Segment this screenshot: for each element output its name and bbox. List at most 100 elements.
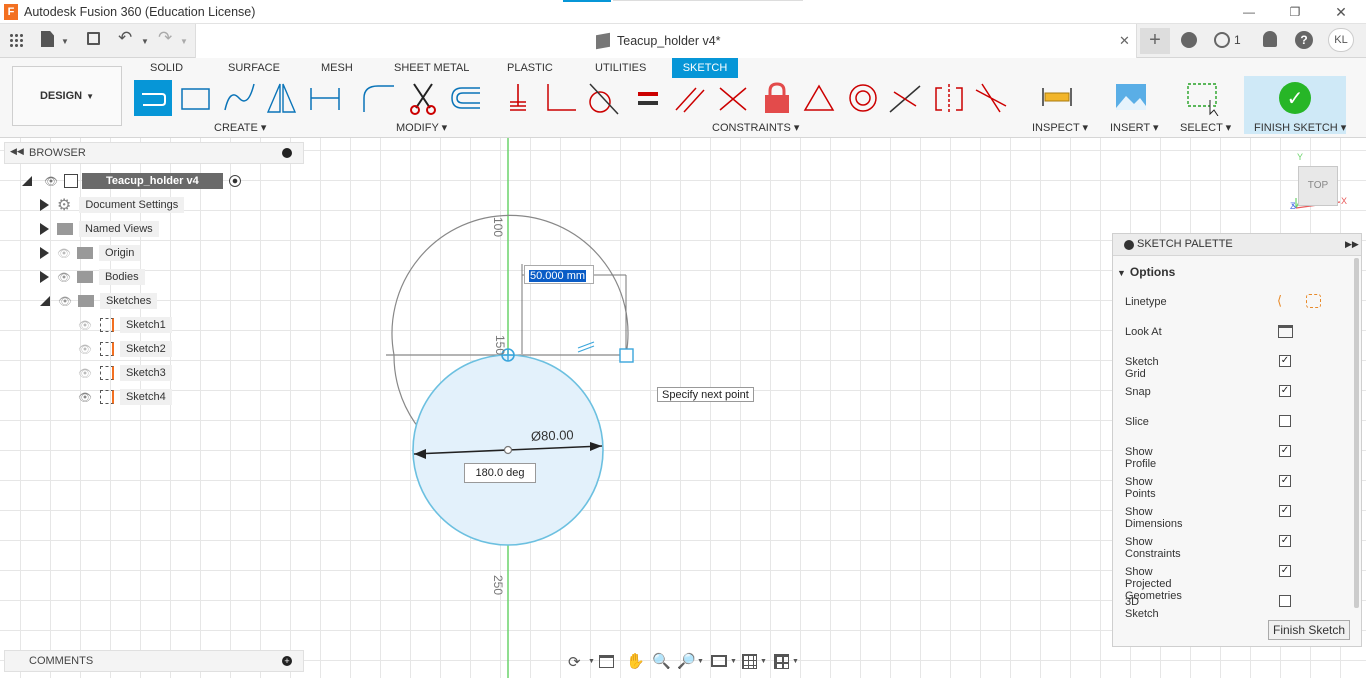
extensions-icon[interactable] (1181, 32, 1197, 48)
concentric-constraint-button[interactable] (844, 80, 882, 116)
look-at-icon[interactable] (1278, 325, 1293, 338)
display-dropdown-icon[interactable]: ▼ (730, 658, 737, 665)
expand-triangle-icon[interactable] (40, 247, 49, 259)
zoom-window-icon[interactable]: 🔎 (677, 652, 696, 670)
undo-icon[interactable]: ↶ (118, 28, 132, 48)
palette-minimize-icon[interactable] (1124, 240, 1134, 250)
symmetry-constraint-button[interactable] (930, 80, 968, 116)
expand-triangle-icon[interactable] (40, 199, 49, 211)
close-window-button[interactable]: ✕ (1318, 0, 1364, 24)
zoom-icon[interactable]: 🔍 (652, 652, 671, 670)
visibility-eye-icon[interactable]: 👁 (58, 295, 72, 308)
lock-constraint-button[interactable] (758, 80, 796, 116)
sketch-row[interactable]: 👁 Sketch2 (78, 338, 172, 360)
offset-tool-button[interactable] (446, 80, 484, 116)
browser-item-origin[interactable]: 👁 Origin (20, 242, 141, 264)
palette-option-checkbox[interactable]: ✓ (1279, 475, 1291, 487)
hidden-eye-icon[interactable]: 👁 (78, 343, 92, 356)
notifications-bell-icon[interactable] (1263, 31, 1277, 47)
trim-tool-button[interactable] (404, 80, 442, 116)
hidden-eye-icon[interactable]: 👁 (57, 247, 71, 260)
tab-plastic[interactable]: PLASTIC (507, 58, 553, 78)
spline-tool-button[interactable] (220, 80, 258, 116)
expand-triangle-icon[interactable] (40, 223, 49, 235)
palette-option-checkbox[interactable]: ✓ (1279, 535, 1291, 547)
options-section-header[interactable]: ▼ Options (1117, 265, 1175, 279)
palette-option-checkbox[interactable]: ✓ (1279, 445, 1291, 457)
activate-radio-icon[interactable] (228, 175, 241, 187)
orbit-icon[interactable]: ⟳ (568, 653, 581, 671)
dimension-input-box[interactable]: 50.000 mm (524, 265, 594, 284)
add-comment-icon[interactable]: + (282, 656, 292, 666)
measure-tool-button[interactable] (1038, 80, 1076, 116)
browser-item-document-settings[interactable]: ⚙ Document Settings (20, 194, 185, 216)
fix-constraint-button[interactable] (500, 80, 538, 116)
select-menu[interactable]: SELECT ▾ (1180, 121, 1231, 134)
viewports-icon[interactable] (774, 654, 789, 669)
browser-item-named-views[interactable]: Named Views (20, 218, 159, 240)
mirror-tool-button[interactable] (262, 80, 300, 116)
sketch-row[interactable]: 👁 Sketch3 (78, 362, 172, 384)
tab-mesh[interactable]: MESH (321, 58, 353, 78)
inspect-menu[interactable]: INSPECT ▾ (1032, 121, 1088, 134)
redo-icon[interactable]: ↷ (158, 28, 172, 48)
dimension-tool-button[interactable] (306, 80, 344, 116)
palette-scrollbar[interactable] (1354, 258, 1359, 608)
tab-sheet-metal[interactable]: SHEET METAL (394, 58, 469, 78)
dimension-input-value[interactable]: 50.000 mm (529, 270, 587, 282)
hidden-eye-icon[interactable]: 👁 (78, 367, 92, 380)
curvature-constraint-button[interactable] (972, 80, 1010, 116)
construction-linetype-icon[interactable]: ⟨ (1277, 293, 1293, 309)
fillet-tool-button[interactable] (360, 80, 398, 116)
constraints-menu[interactable]: CONSTRAINTS ▾ (712, 121, 799, 134)
check-icon[interactable]: ✓ (1279, 82, 1311, 114)
sketch-row[interactable]: 👁 Sketch1 (78, 314, 172, 336)
data-panel-grid-icon[interactable] (9, 33, 23, 47)
file-menu-icon[interactable] (41, 31, 54, 47)
tab-surface[interactable]: SURFACE (228, 58, 280, 78)
grid-dropdown-icon[interactable]: ▼ (760, 658, 767, 665)
browser-item-bodies[interactable]: 👁 Bodies (20, 266, 145, 288)
expand-triangle-icon[interactable] (40, 271, 49, 283)
user-avatar[interactable]: KL (1328, 28, 1354, 52)
workspace-switcher-button[interactable]: DESIGN ▼ (12, 66, 122, 126)
collapse-triangle-icon[interactable] (40, 296, 50, 306)
sketch-row[interactable]: 👁 Sketch4 (78, 386, 172, 408)
collapse-browser-icon[interactable]: ◀◀ (10, 146, 24, 157)
visibility-eye-icon[interactable]: 👁 (57, 271, 71, 284)
file-dropdown-icon[interactable]: ▼ (61, 37, 69, 46)
modify-menu[interactable]: MODIFY ▾ (396, 121, 447, 134)
palette-option-checkbox[interactable]: ✓ (1279, 565, 1291, 577)
maximize-button[interactable]: ❐ (1272, 0, 1318, 24)
line-tool-button[interactable] (134, 80, 172, 116)
look-at-nav-icon[interactable] (599, 655, 614, 668)
browser-item-sketches[interactable]: 👁 Sketches (20, 290, 158, 312)
coincident-constraint-button[interactable] (542, 80, 580, 116)
rectangle-tool-button[interactable] (176, 80, 214, 116)
tangent-constraint-button[interactable] (584, 80, 622, 116)
close-tab-icon[interactable]: ✕ (1119, 33, 1130, 49)
browser-root-row[interactable]: 👁 Teacup_holder v4 (20, 170, 241, 192)
browser-minimize-icon[interactable] (282, 148, 292, 158)
tab-sketch[interactable]: SKETCH (672, 58, 738, 78)
create-menu[interactable]: CREATE ▾ (214, 121, 266, 134)
equal-constraint-button[interactable] (628, 80, 666, 116)
midpoint-constraint-button[interactable] (800, 80, 838, 116)
viewports-dropdown-icon[interactable]: ▼ (792, 658, 799, 665)
minimize-button[interactable]: — (1226, 0, 1272, 24)
save-icon[interactable] (87, 32, 100, 45)
perpendicular-constraint-button[interactable] (714, 80, 752, 116)
palette-option-checkbox[interactable]: ✓ (1279, 505, 1291, 517)
finish-sketch-button[interactable]: Finish Sketch (1268, 620, 1350, 640)
zoom-dropdown-icon[interactable]: ▼ (697, 658, 704, 665)
new-tab-button[interactable]: + (1140, 28, 1170, 54)
collapse-triangle-icon[interactable] (22, 176, 32, 186)
help-icon[interactable]: ? (1295, 31, 1313, 49)
undo-dropdown-icon[interactable]: ▼ (141, 37, 149, 46)
centerline-linetype-icon[interactable] (1306, 294, 1321, 308)
tab-solid[interactable]: SOLID (150, 58, 183, 78)
tab-utilities[interactable]: UTILITIES (595, 58, 646, 78)
palette-option-checkbox[interactable]: ✓ (1279, 385, 1291, 397)
finish-sketch-menu[interactable]: FINISH SKETCH ▾ (1254, 121, 1346, 134)
display-settings-icon[interactable] (711, 655, 727, 667)
